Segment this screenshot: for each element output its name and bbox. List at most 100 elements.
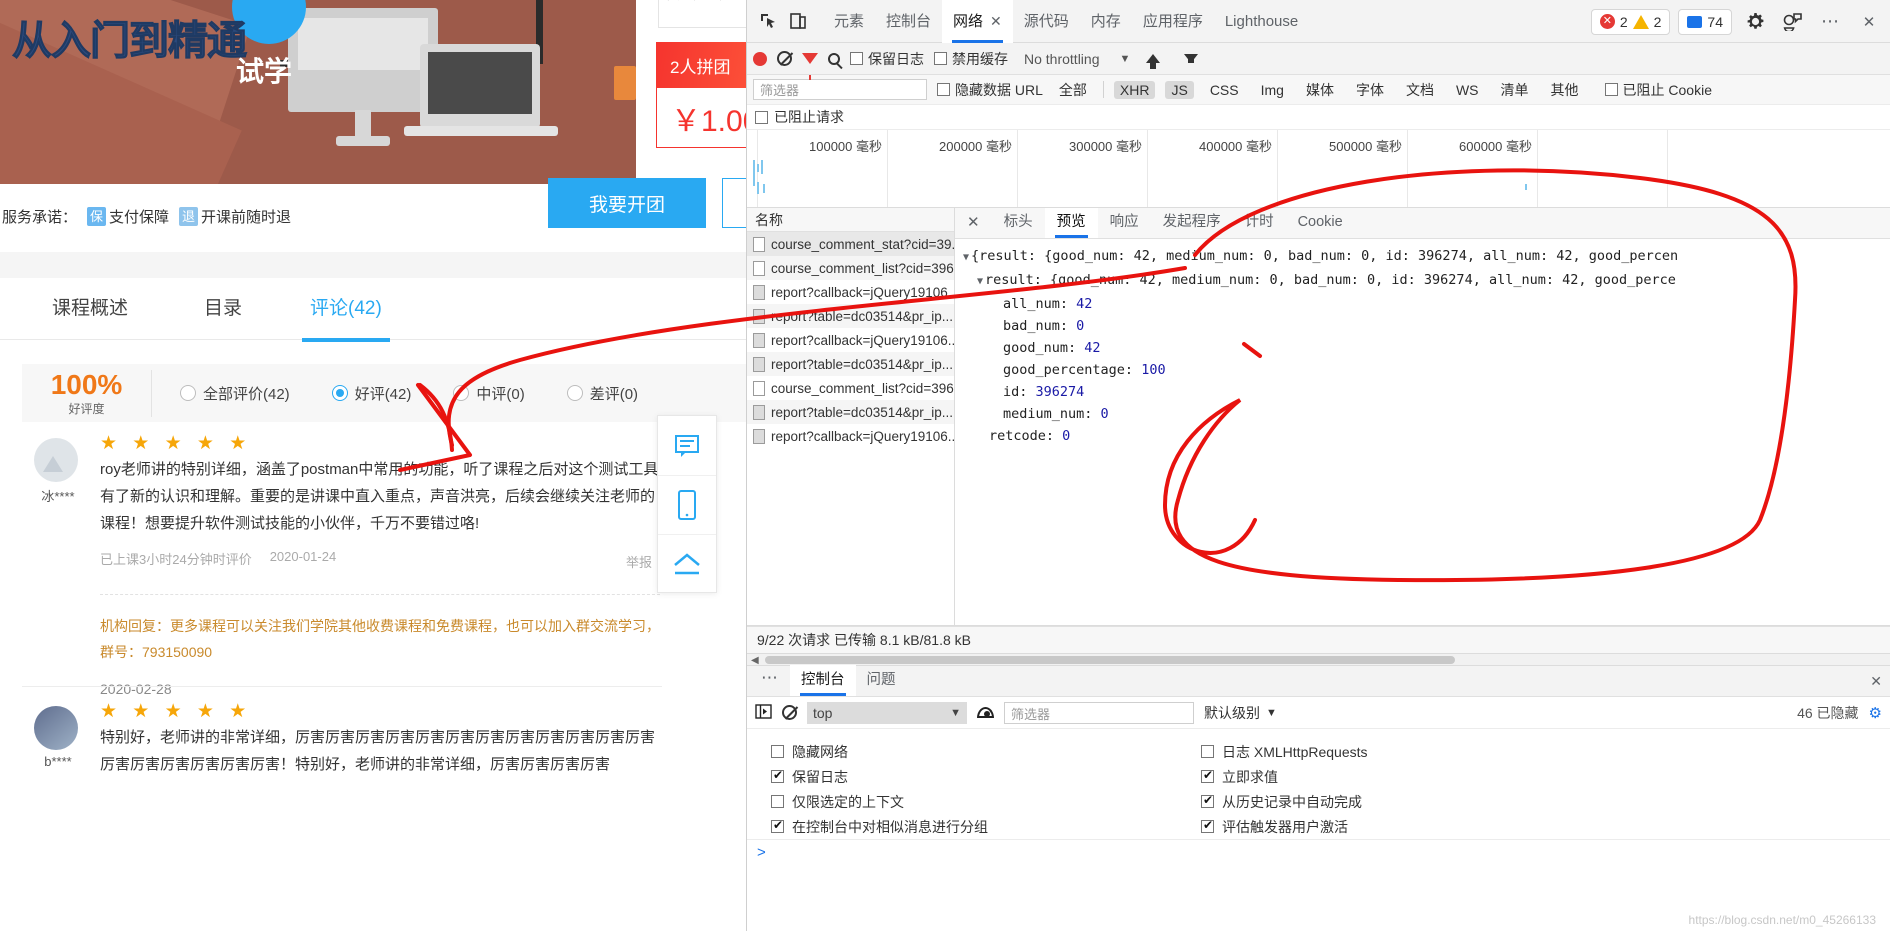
detail-tab-initiator[interactable]: 发起程序	[1151, 208, 1233, 238]
json-root-line[interactable]: ▼{result: {good_num: 42, medium_num: 0, …	[963, 245, 1890, 269]
detail-tab-cookies[interactable]: Cookie	[1286, 208, 1355, 238]
radio-icon-all[interactable]	[180, 385, 196, 401]
disable-cache-checkbox[interactable]: 禁用缓存	[934, 49, 1008, 69]
radio-good-reviews[interactable]: 好评(42)	[332, 383, 412, 404]
request-row[interactable]: report?table=dc03514&pr_ip...	[747, 304, 954, 328]
inspect-element-button[interactable]	[753, 7, 783, 35]
drawer-tab-issues[interactable]: 问题	[856, 665, 907, 696]
network-filter-input[interactable]: 筛选器	[753, 79, 927, 100]
request-row[interactable]: report?callback=jQuery19106...	[747, 328, 954, 352]
device-toolbar-button[interactable]	[783, 7, 813, 35]
checkbox-icon[interactable]	[1201, 745, 1214, 758]
devices-button[interactable]	[1778, 8, 1808, 36]
preserve-log-checkbox[interactable]: 保留日志	[850, 49, 924, 69]
filter-type-media[interactable]: 媒体	[1300, 79, 1340, 101]
horizontal-scrollbar[interactable]: ◀	[747, 654, 1890, 666]
import-har-icon[interactable]	[1146, 54, 1160, 63]
tab-application[interactable]: 应用程序	[1132, 0, 1214, 43]
hide-network-checkbox[interactable]: 隐藏网络	[771, 739, 1177, 764]
clear-icon[interactable]	[777, 51, 792, 66]
filter-type-doc[interactable]: 文档	[1400, 79, 1440, 101]
export-har-icon[interactable]	[1184, 54, 1198, 63]
request-row[interactable]: report?callback=jQuery19106...	[747, 424, 954, 448]
message-count-badge[interactable]: 74	[1678, 9, 1732, 35]
live-expression-icon[interactable]	[977, 707, 994, 718]
filter-type-img[interactable]: Img	[1255, 81, 1290, 99]
filter-type-ws[interactable]: WS	[1450, 81, 1485, 99]
selected-context-only-checkbox[interactable]: 仅限选定的上下文	[771, 789, 1177, 814]
tab-memory[interactable]: 内存	[1080, 0, 1132, 43]
radio-icon-bad[interactable]	[567, 385, 583, 401]
clear-console-icon[interactable]	[782, 705, 797, 720]
radio-bad-reviews[interactable]: 差评(0)	[567, 383, 638, 404]
detail-tab-response[interactable]: 响应	[1098, 208, 1151, 238]
mobile-button[interactable]	[658, 475, 716, 534]
scrollbar-thumb[interactable]	[765, 656, 1455, 664]
tab-console[interactable]: 控制台	[875, 0, 942, 43]
request-row[interactable]: report?callback=jQuery19106...	[747, 280, 954, 304]
close-detail-button[interactable]: ✕	[955, 208, 992, 238]
filter-type-xhr[interactable]: XHR	[1114, 81, 1156, 99]
group-similar-checkbox[interactable]: 在控制台中对相似消息进行分组	[771, 814, 1177, 839]
checkbox-icon[interactable]	[771, 820, 784, 833]
execution-context-select[interactable]: top ▼	[807, 702, 967, 724]
close-drawer-icon[interactable]: ✕	[1870, 673, 1882, 690]
issue-counts[interactable]: ✕ 2 2	[1591, 9, 1671, 35]
radio-icon-good[interactable]	[332, 385, 348, 401]
radio-all-reviews[interactable]: 全部评价(42)	[180, 383, 290, 404]
tab-course-overview[interactable]: 课程概述	[52, 278, 128, 340]
detail-tab-timing[interactable]: 计时	[1233, 208, 1286, 238]
filter-type-other[interactable]: 其他	[1545, 79, 1585, 101]
checkbox-icon[interactable]	[771, 770, 784, 783]
checkbox-icon[interactable]	[1201, 770, 1214, 783]
feedback-button[interactable]	[658, 416, 716, 475]
checkbox-icon[interactable]	[1201, 820, 1214, 833]
blocked-cookies-checkbox[interactable]: 已阻止 Cookie	[1605, 80, 1712, 100]
preserve-log-console-checkbox[interactable]: 保留日志	[771, 764, 1177, 789]
radio-medium-reviews[interactable]: 中评(0)	[453, 383, 524, 404]
checkbox-icon[interactable]	[771, 795, 784, 808]
search-icon[interactable]	[828, 53, 840, 65]
tab-catalog[interactable]: 目录	[204, 278, 242, 340]
json-result-line[interactable]: ▼result: {good_num: 42, medium_num: 0, b…	[963, 269, 1890, 293]
request-row[interactable]: course_comment_list?cid=396...	[747, 376, 954, 400]
checkbox-icon[interactable]	[934, 52, 947, 65]
hide-data-urls-checkbox[interactable]: 隐藏数据 URL	[937, 80, 1043, 100]
tab-lighthouse[interactable]: Lighthouse	[1214, 0, 1309, 43]
console-sidebar-icon[interactable]	[755, 704, 772, 722]
autocomplete-history-checkbox[interactable]: 从历史记录中自动完成	[1201, 789, 1607, 814]
filter-icon[interactable]	[802, 53, 818, 64]
close-icon[interactable]: ✕	[990, 13, 1002, 29]
start-group-button[interactable]: 我要开团	[548, 178, 706, 228]
checkbox-icon[interactable]	[1605, 83, 1618, 96]
tab-elements[interactable]: 元素	[823, 0, 875, 43]
back-to-top-button[interactable]	[658, 534, 716, 593]
eager-eval-checkbox[interactable]: 立即求值	[1201, 764, 1607, 789]
tab-network[interactable]: 网络✕	[942, 0, 1013, 43]
checkbox-icon[interactable]	[850, 52, 863, 65]
filter-type-manifest[interactable]: 清单	[1495, 79, 1535, 101]
console-prompt[interactable]: >	[747, 839, 1890, 865]
filter-type-css[interactable]: CSS	[1204, 81, 1245, 99]
request-row[interactable]: course_comment_stat?cid=39...	[747, 232, 954, 256]
log-xhr-checkbox[interactable]: 日志 XMLHttpRequests	[1201, 739, 1607, 764]
settings-button[interactable]	[1740, 8, 1770, 36]
filter-type-js[interactable]: JS	[1165, 81, 1193, 99]
checkbox-icon[interactable]	[771, 745, 784, 758]
expand-triangle-icon[interactable]: ▼	[977, 271, 983, 293]
throttling-select[interactable]: No throttling ▼	[1018, 50, 1136, 68]
console-settings-icon[interactable]: ⚙	[1869, 704, 1882, 722]
user-activation-checkbox[interactable]: 评估触发器用户激活	[1201, 814, 1607, 839]
more-options-button[interactable]: ⋯	[1816, 8, 1846, 36]
drawer-tab-console[interactable]: 控制台	[790, 665, 856, 696]
checkbox-icon[interactable]	[937, 83, 950, 96]
filter-type-font[interactable]: 字体	[1350, 79, 1390, 101]
network-overview-timeline[interactable]: 100000 毫秒 200000 毫秒 300000 毫秒 400000 毫秒 …	[747, 130, 1890, 208]
request-row[interactable]: report?table=dc03514&pr_ip...	[747, 352, 954, 376]
request-row[interactable]: report?table=dc03514&pr_ip...	[747, 400, 954, 424]
checkbox-icon[interactable]	[1201, 795, 1214, 808]
record-icon[interactable]	[753, 52, 767, 66]
report-link[interactable]: 举报	[626, 552, 652, 571]
close-devtools-button[interactable]: ✕	[1854, 8, 1884, 36]
filter-type-all[interactable]: 全部	[1053, 79, 1093, 101]
